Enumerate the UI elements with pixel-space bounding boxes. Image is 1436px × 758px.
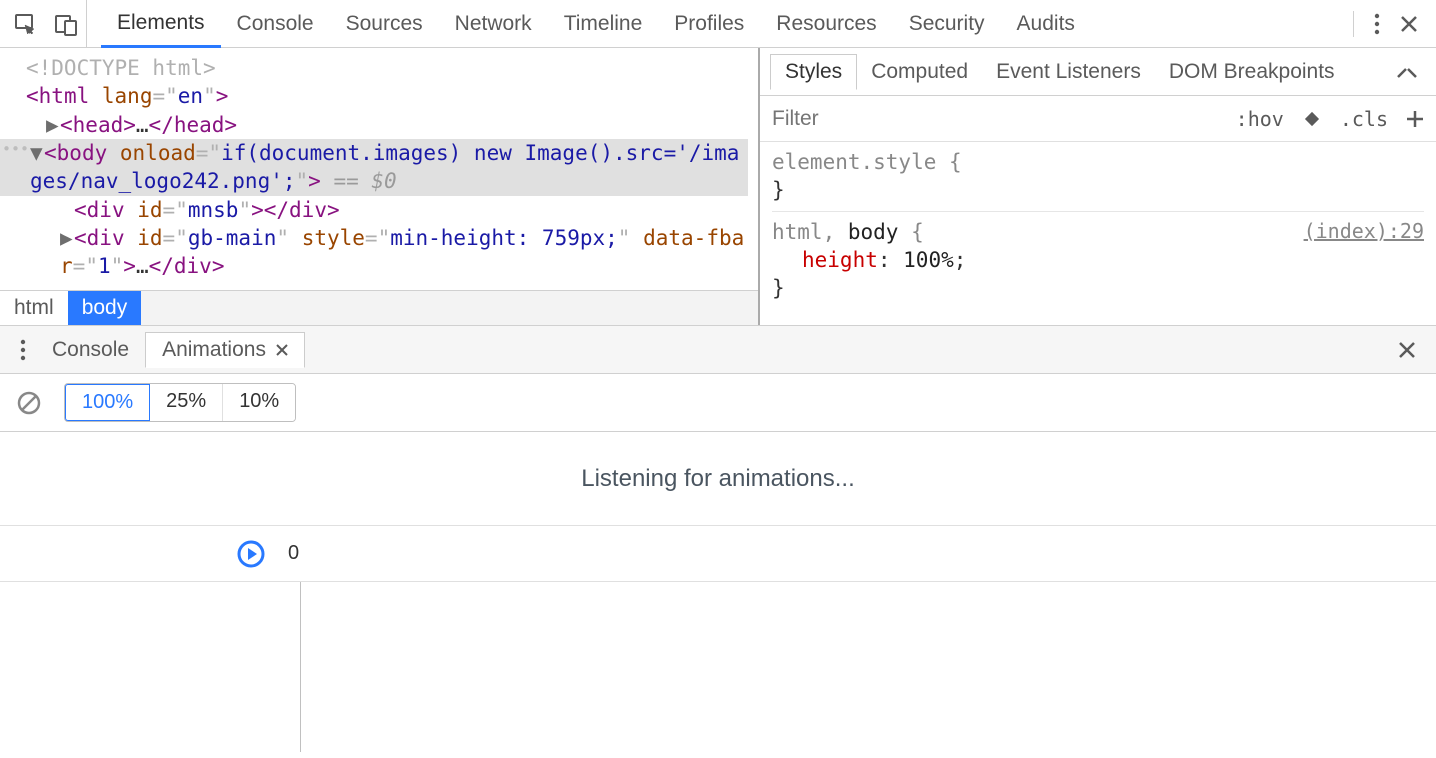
speed-group: 100% 25% 10%	[64, 383, 296, 422]
subtab-styles[interactable]: Styles	[770, 54, 857, 90]
drawer-tab-console[interactable]: Console	[36, 332, 145, 368]
subtab-dom-breakpoints[interactable]: DOM Breakpoints	[1155, 54, 1349, 90]
timeline-zero-label: 0	[288, 542, 299, 565]
device-toggle-icon[interactable]	[54, 12, 78, 36]
dom-div-gbmain[interactable]: ▶<div id="gb-main" style="min-height: 75…	[26, 224, 748, 281]
tab-console[interactable]: Console	[221, 0, 330, 47]
toolbar-right-icons	[1353, 11, 1436, 37]
drawer-tab-animations[interactable]: Animations	[145, 332, 305, 368]
speed-10[interactable]: 10%	[223, 384, 295, 421]
dom-body-selected[interactable]: ••• ▼<body onload="if(document.images) n…	[0, 139, 748, 196]
close-drawer-icon[interactable]	[1388, 341, 1426, 359]
styles-filter-input[interactable]	[772, 107, 1236, 131]
hov-toggle[interactable]: :hov	[1236, 107, 1284, 131]
animations-track[interactable]	[0, 582, 1436, 752]
devtools-toolbar: Elements Console Sources Network Timelin…	[0, 0, 1436, 48]
tab-security[interactable]: Security	[893, 0, 1001, 47]
more-tabs-icon[interactable]	[1388, 65, 1426, 79]
timeline-playhead[interactable]	[300, 582, 301, 752]
tab-timeline[interactable]: Timeline	[548, 0, 659, 47]
close-tab-icon[interactable]	[276, 344, 288, 356]
drawer-tab-label: Animations	[162, 338, 266, 362]
tab-audits[interactable]: Audits	[1001, 0, 1091, 47]
dom-doctype[interactable]: <!DOCTYPE html>	[26, 54, 748, 82]
add-rule-icon[interactable]	[1406, 110, 1424, 128]
rule-element-style[interactable]: element.style {}	[772, 148, 1424, 212]
tab-sources[interactable]: Sources	[330, 0, 439, 47]
crumb-body[interactable]: body	[68, 291, 142, 325]
dom-tree[interactable]: <!DOCTYPE html> <html lang="en"> ▶<head>…	[0, 48, 758, 290]
dom-breadcrumb: html body	[0, 290, 758, 325]
styles-pane: Styles Computed Event Listeners DOM Brea…	[760, 48, 1436, 325]
main-tab-list: Elements Console Sources Network Timelin…	[87, 0, 1091, 47]
clear-icon[interactable]	[16, 390, 42, 416]
divider	[1353, 11, 1354, 37]
subtab-event-listeners[interactable]: Event Listeners	[982, 54, 1155, 90]
speed-25[interactable]: 25%	[150, 384, 223, 421]
animations-message: Listening for animations...	[0, 432, 1436, 526]
rule-source-link[interactable]: (index):29	[1304, 218, 1424, 245]
cls-toggle[interactable]: .cls	[1340, 107, 1388, 131]
tab-profiles[interactable]: Profiles	[658, 0, 760, 47]
dom-div-mnsb[interactable]: <div id="mnsb"></div>	[26, 196, 748, 224]
animations-timeline-header: 0	[0, 526, 1436, 582]
rule-html-body[interactable]: (index):29 html, body { height: 100%;}	[772, 218, 1424, 309]
tab-resources[interactable]: Resources	[760, 0, 892, 47]
kebab-menu-icon[interactable]	[1374, 13, 1380, 35]
toolbar-left-icons	[0, 0, 87, 48]
diamond-icon[interactable]	[1302, 109, 1322, 129]
speed-100[interactable]: 100%	[64, 383, 151, 422]
styles-toolbar-actions: :hov .cls	[1236, 107, 1424, 131]
animations-toolbar: 100% 25% 10%	[0, 374, 1436, 432]
drawer-kebab-icon[interactable]	[10, 339, 36, 361]
replay-icon[interactable]	[236, 539, 266, 569]
subtab-computed[interactable]: Computed	[857, 54, 982, 90]
drawer-tab-bar: Console Animations	[0, 326, 1436, 374]
tab-network[interactable]: Network	[439, 0, 548, 47]
main-panes: <!DOCTYPE html> <html lang="en"> ▶<head>…	[0, 48, 1436, 326]
close-devtools-icon[interactable]	[1400, 15, 1418, 33]
inspect-element-icon[interactable]	[14, 12, 38, 36]
styles-toolbar: :hov .cls	[760, 96, 1436, 142]
tab-elements[interactable]: Elements	[101, 1, 221, 48]
dom-pane: <!DOCTYPE html> <html lang="en"> ▶<head>…	[0, 48, 760, 325]
dom-html-open[interactable]: <html lang="en">	[26, 82, 748, 110]
style-rules[interactable]: element.style {} (index):29 html, body {…	[760, 142, 1436, 321]
dom-head[interactable]: ▶<head>…</head>	[26, 111, 748, 139]
overflow-dots-icon: •••	[2, 139, 29, 159]
crumb-html[interactable]: html	[0, 291, 68, 325]
styles-tab-list: Styles Computed Event Listeners DOM Brea…	[760, 48, 1436, 96]
